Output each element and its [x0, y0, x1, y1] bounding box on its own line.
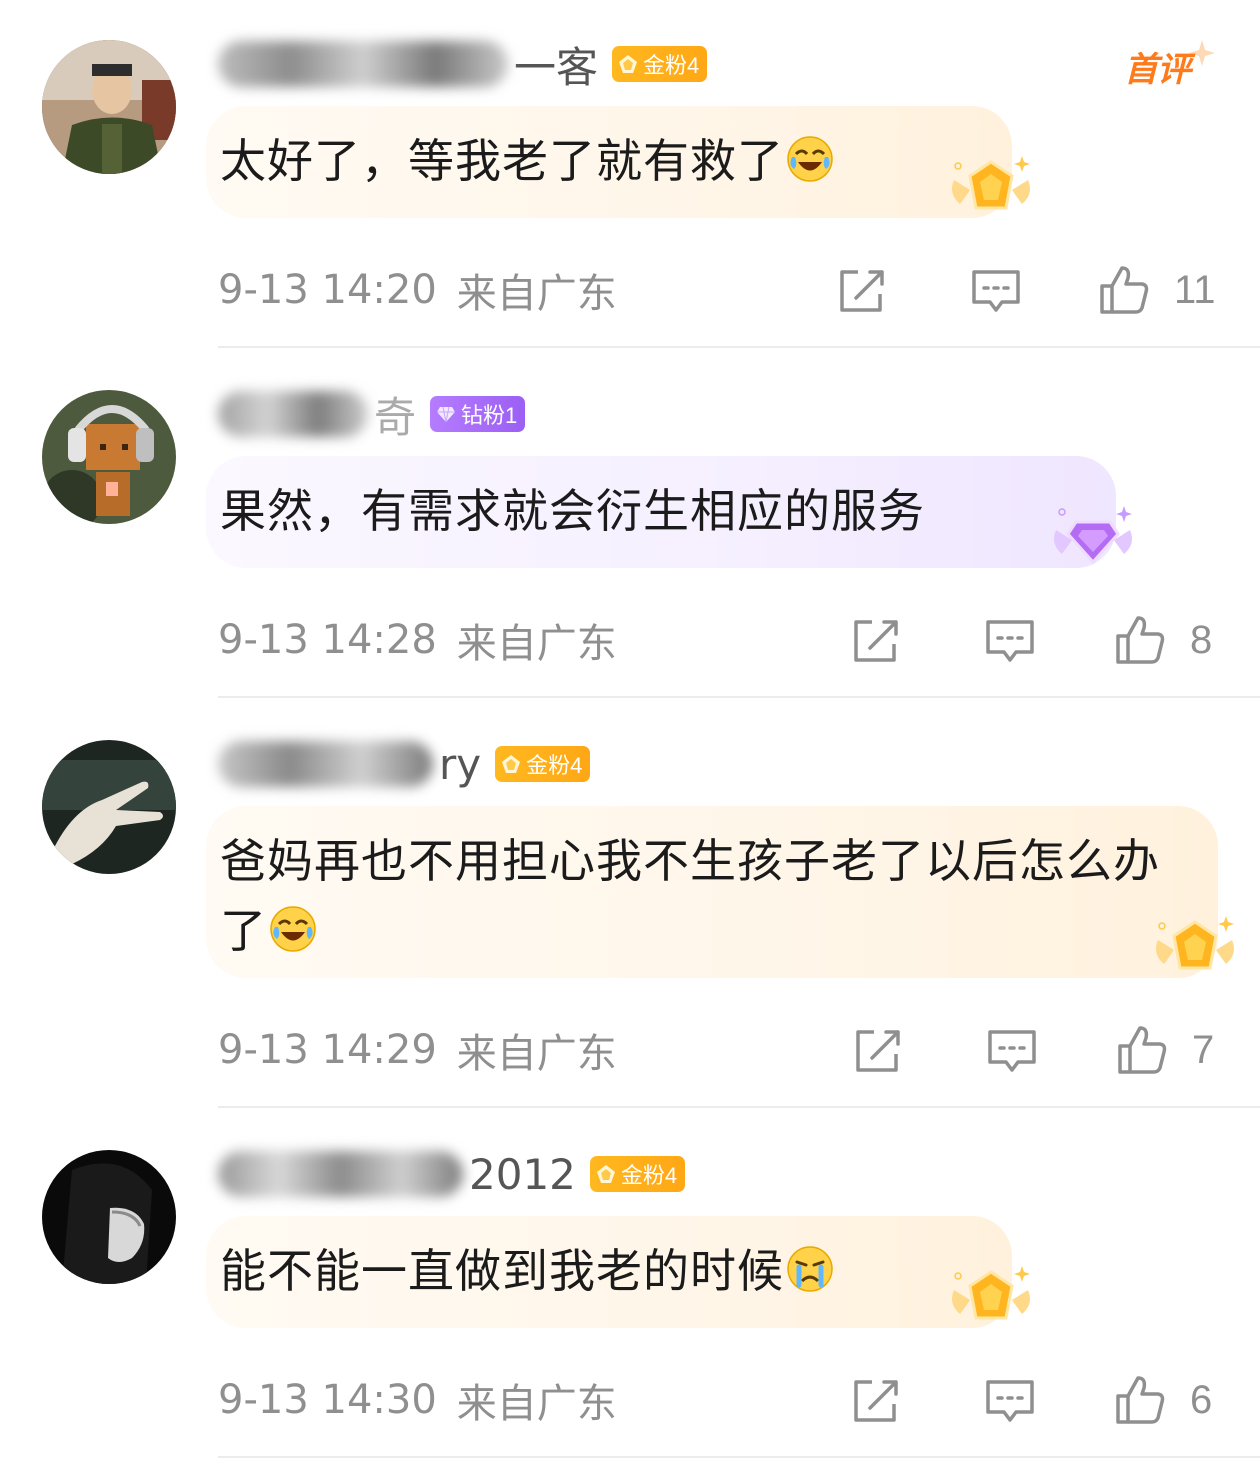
like-count: 8	[1190, 617, 1213, 662]
username-blurred	[218, 41, 508, 87]
fan-badge-label: 金粉4	[620, 1163, 678, 1188]
username-row[interactable]: ry 金粉4	[218, 734, 591, 794]
username-text: ry	[439, 739, 482, 789]
comment-time: 9-13 14:28	[218, 617, 437, 663]
comment-button[interactable]	[970, 264, 1022, 316]
thumbs-up-icon	[1118, 1026, 1167, 1074]
username-row[interactable]: 2012 金粉4	[218, 1144, 686, 1204]
avatar[interactable]	[42, 740, 176, 874]
thumbs-up-icon	[1116, 1376, 1165, 1424]
like-button[interactable]: 7	[1116, 1024, 1214, 1076]
share-button[interactable]	[852, 1024, 904, 1076]
comment-time: 9-13 14:29	[218, 1027, 437, 1073]
comment-bubble-icon	[986, 620, 1034, 662]
gold-medal-icon	[952, 1266, 1030, 1320]
username-text: 2012	[469, 1149, 576, 1199]
divider	[218, 1456, 1260, 1458]
comment-button[interactable]	[986, 1024, 1038, 1076]
comment-bubble[interactable]: 能不能一直做到我老的时候	[206, 1216, 1012, 1328]
laugh-cry-emoji-icon	[787, 136, 833, 182]
gold-pentagon-icon	[619, 55, 638, 73]
thumbs-up-icon	[1100, 266, 1149, 314]
comment-location: 来自广东	[456, 1381, 617, 1427]
diamond-icon	[437, 406, 456, 423]
comment-text: 能不能一直做到我老的时候	[220, 1244, 784, 1298]
gold-pentagon-icon	[596, 1165, 615, 1183]
comment-location: 来自广东	[456, 621, 617, 667]
share-button[interactable]	[850, 614, 902, 666]
comment-bubble-icon	[986, 1380, 1034, 1422]
share-square-icon	[856, 1030, 900, 1072]
divider	[218, 346, 1260, 348]
like-count: 11	[1174, 267, 1216, 312]
comment-button[interactable]	[984, 1374, 1036, 1426]
first-comment-label: 首评	[1124, 50, 1191, 90]
diamond-medal-icon	[1054, 506, 1132, 565]
like-count: 6	[1190, 1377, 1213, 1422]
like-button[interactable]: 11	[1098, 264, 1216, 316]
fan-badge[interactable]: 金粉4	[589, 1156, 686, 1192]
username-text: 奇	[374, 392, 417, 442]
share-button[interactable]	[850, 1374, 902, 1426]
avatar[interactable]	[42, 390, 176, 524]
divider	[218, 696, 1260, 698]
comment-meta: 9-13 14:28 来自广东 8	[218, 610, 1218, 670]
comment-meta: 9-13 14:30 来自广东 6	[218, 1370, 1218, 1430]
share-button[interactable]	[836, 264, 888, 316]
divider	[218, 1106, 1260, 1108]
avatar-image	[42, 390, 176, 524]
avatar[interactable]	[42, 40, 176, 174]
gold-pentagon-icon	[502, 755, 521, 773]
crying-emoji-icon	[787, 1246, 833, 1292]
comment-bubble-icon	[988, 1030, 1036, 1072]
username-blurred	[218, 391, 368, 437]
comment-text: 太好了，等我老了就有救了	[220, 134, 784, 188]
fan-badge-label: 金粉4	[643, 53, 700, 78]
like-button[interactable]: 8	[1114, 614, 1212, 666]
laugh-cry-emoji-icon	[270, 906, 316, 952]
gold-medal-icon	[952, 156, 1030, 210]
username-blurred	[218, 1151, 463, 1197]
comment-text: 果然，有需求就会衍生相应的服务	[220, 484, 925, 538]
comment-time: 9-13 14:20	[218, 267, 437, 313]
username-row[interactable]: 奇 钻粉1	[218, 384, 526, 444]
comment-meta: 9-13 14:29 来自广东 7	[218, 1020, 1218, 1080]
thumbs-up-icon	[1116, 616, 1165, 664]
comment-button[interactable]	[984, 614, 1036, 666]
comment-text: 爸妈再也不用担心我不生孩子老了以后怎么办了	[220, 834, 1160, 958]
comment-bubble[interactable]: 爸妈再也不用担心我不生孩子老了以后怎么办了	[206, 806, 1218, 978]
fan-badge[interactable]: 金粉4	[495, 746, 591, 782]
share-square-icon	[854, 1380, 898, 1422]
avatar[interactable]	[42, 1150, 176, 1284]
like-count: 7	[1192, 1027, 1215, 1072]
first-comment-tag: 首评	[1120, 36, 1216, 94]
fan-badge[interactable]: 钻粉1	[430, 396, 526, 432]
username-text: 一客	[514, 42, 599, 92]
avatar-image	[42, 1150, 176, 1284]
fan-badge[interactable]: 金粉4	[612, 46, 708, 82]
like-button[interactable]: 6	[1114, 1374, 1212, 1426]
avatar-image	[42, 740, 176, 874]
comment-bubble[interactable]: 太好了，等我老了就有救了	[206, 106, 1012, 218]
share-square-icon	[854, 620, 898, 662]
avatar-image	[42, 40, 176, 174]
username-row[interactable]: 一客 金粉4	[218, 34, 708, 94]
comment-location: 来自广东	[456, 271, 617, 317]
fan-badge-label: 钻粉1	[461, 403, 518, 428]
comment-bubble-icon	[972, 270, 1020, 312]
comment-time: 9-13 14:30	[218, 1377, 437, 1423]
username-blurred	[218, 741, 433, 787]
comment-bubble[interactable]: 果然，有需求就会衍生相应的服务	[206, 456, 1116, 568]
comment-location: 来自广东	[456, 1031, 617, 1077]
fan-badge-label: 金粉4	[526, 753, 583, 778]
comment-meta: 9-13 14:20 来自广东 11	[218, 260, 1218, 320]
share-square-icon	[840, 270, 884, 312]
gold-medal-icon	[1156, 916, 1234, 970]
